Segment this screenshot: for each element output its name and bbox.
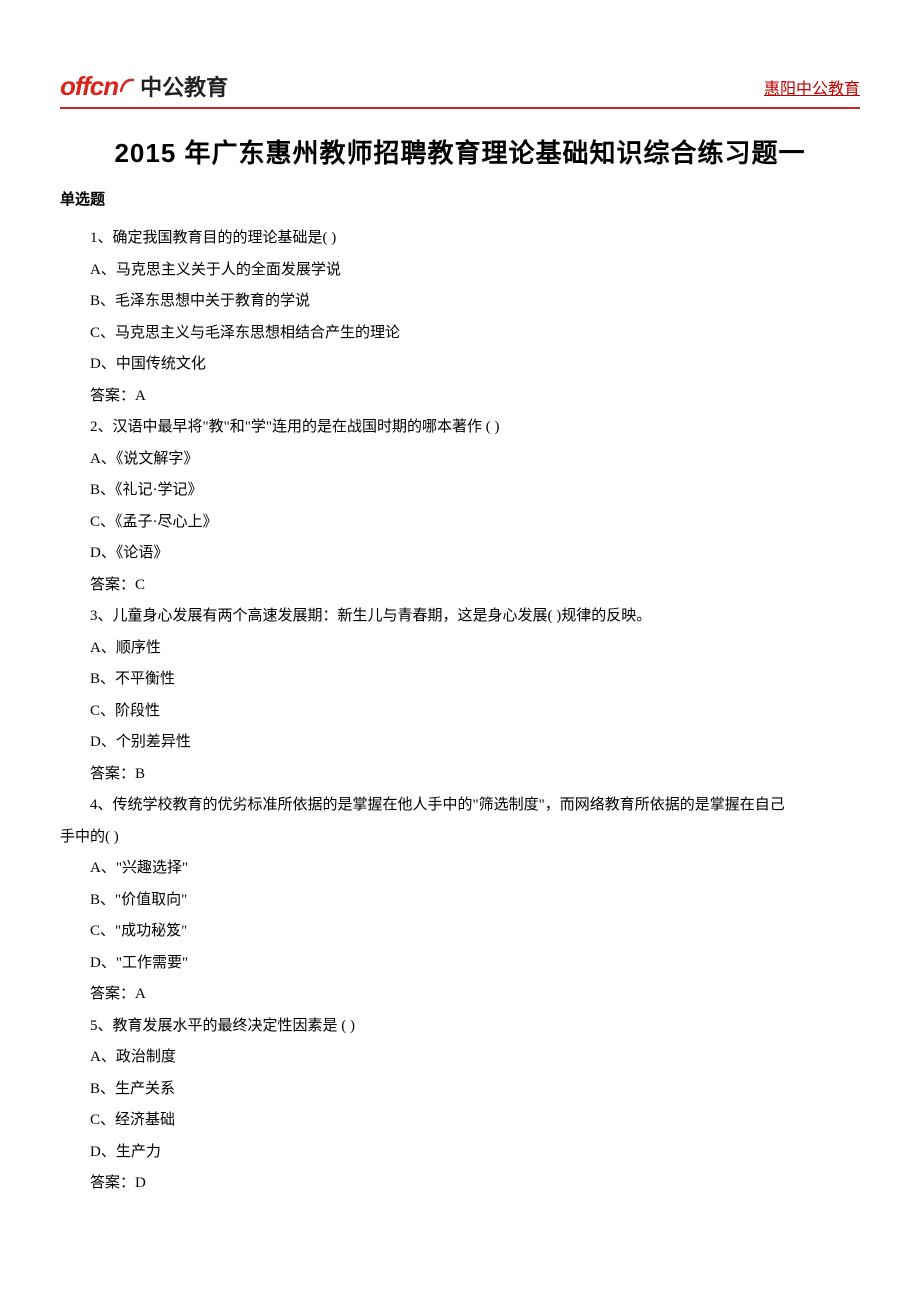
question-option: B、"价值取向" <box>60 885 860 917</box>
question-option: D、中国传统文化 <box>60 349 860 381</box>
question-option: B、《礼记·学记》 <box>60 475 860 507</box>
document-content: 2015 年广东惠州教师招聘教育理论基础知识综合练习题一 单选题 1、确定我国教… <box>0 109 920 1200</box>
question-option: D、个别差异性 <box>60 727 860 759</box>
header-link[interactable]: 惠阳中公教育 <box>764 75 860 99</box>
question-option: D、《论语》 <box>60 538 860 570</box>
question-option: C、阶段性 <box>60 696 860 728</box>
section-label: 单选题 <box>60 188 860 209</box>
question-option: A、顺序性 <box>60 633 860 665</box>
question-option: C、经济基础 <box>60 1105 860 1137</box>
question-stem: 1、确定我国教育目的的理论基础是( ) <box>60 223 860 255</box>
logo-en: offcn <box>60 71 118 102</box>
question-option: A、马克思主义关于人的全面发展学说 <box>60 255 860 287</box>
question-answer: 答案：D <box>60 1168 860 1200</box>
page-title: 2015 年广东惠州教师招聘教育理论基础知识综合练习题一 <box>60 133 860 170</box>
question-option: C、马克思主义与毛泽东思想相结合产生的理论 <box>60 318 860 350</box>
question-option: C、"成功秘笈" <box>60 916 860 948</box>
question-stem-cont: 手中的( ) <box>60 822 860 854</box>
question-option: D、生产力 <box>60 1137 860 1169</box>
question-stem: 2、汉语中最早将"教"和"学"连用的是在战国时期的哪本著作 ( ) <box>60 412 860 444</box>
question-option: A、政治制度 <box>60 1042 860 1074</box>
question-answer: 答案：A <box>60 979 860 1011</box>
question-answer: 答案：C <box>60 570 860 602</box>
question-answer: 答案：A <box>60 381 860 413</box>
question-answer: 答案：B <box>60 759 860 791</box>
question-option: D、"工作需要" <box>60 948 860 980</box>
question-option: A、《说文解字》 <box>60 444 860 476</box>
page-header: offcn 中公教育 惠阳中公教育 <box>0 0 920 105</box>
question-stem: 3、儿童身心发展有两个高速发展期：新生儿与青春期，这是身心发展( )规律的反映。 <box>60 601 860 633</box>
logo-cn: 中公教育 <box>140 70 228 102</box>
question-option: B、不平衡性 <box>60 664 860 696</box>
question-option: B、毛泽东思想中关于教育的学说 <box>60 286 860 318</box>
question-stem: 4、传统学校教育的优劣标准所依据的是掌握在他人手中的"筛选制度"，而网络教育所依… <box>60 790 860 822</box>
question-option: A、"兴趣选择" <box>60 853 860 885</box>
question-option: C、《孟子·尽心上》 <box>60 507 860 539</box>
question-option: B、生产关系 <box>60 1074 860 1106</box>
logo: offcn 中公教育 <box>60 70 228 102</box>
logo-swoosh-icon <box>120 77 134 98</box>
question-stem: 5、教育发展水平的最终决定性因素是 ( ) <box>60 1011 860 1043</box>
